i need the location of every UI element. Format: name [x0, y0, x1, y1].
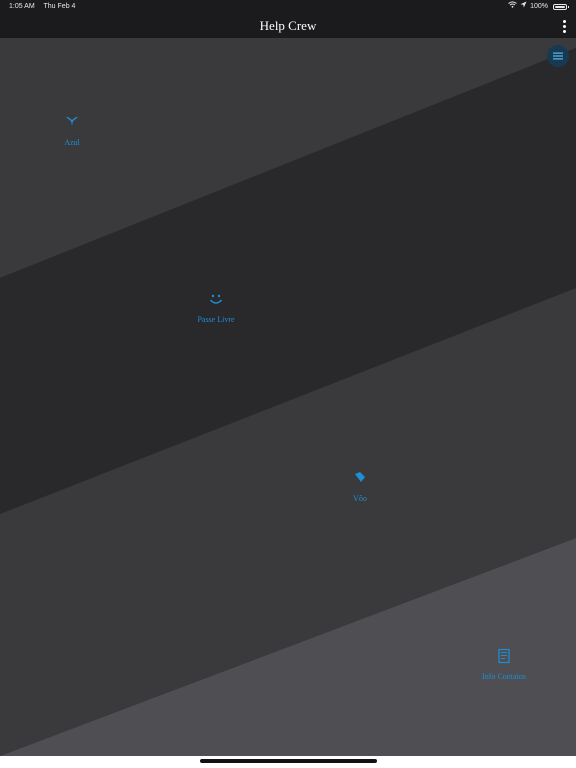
- more-options-button[interactable]: [558, 17, 570, 35]
- diamond-icon: [300, 470, 420, 486]
- main-content: Azul Passe Livre Vôo Info Contatos: [0, 38, 576, 756]
- tile-label: Vôo: [353, 494, 367, 503]
- status-time: 1:05 AM: [9, 3, 35, 10]
- more-dot-icon: [562, 19, 566, 23]
- hamburger-icon: [553, 52, 563, 60]
- battery-percent: 100%: [530, 3, 548, 10]
- document-icon: [444, 648, 564, 664]
- location-icon: [520, 0, 527, 14]
- status-bar: 1:05 AM Thu Feb 4 100%: [0, 0, 576, 14]
- home-indicator[interactable]: [200, 759, 377, 763]
- tile-label: Azul: [64, 138, 80, 147]
- tile-passe-livre[interactable]: Passe Livre: [156, 291, 276, 324]
- more-dot-icon: [562, 29, 566, 33]
- tile-label: Passe Livre: [197, 315, 235, 324]
- tile-label: Info Contatos: [482, 672, 526, 681]
- home-indicator-area: [0, 756, 576, 768]
- smile-icon: [156, 291, 276, 307]
- more-dot-icon: [562, 24, 566, 28]
- wifi-icon: [508, 0, 517, 14]
- bird-icon: [12, 114, 132, 130]
- tile-azul[interactable]: Azul: [12, 114, 132, 147]
- status-date: Thu Feb 4: [43, 3, 76, 10]
- battery-icon: [553, 4, 569, 10]
- tile-info-contatos[interactable]: Info Contatos: [444, 648, 564, 681]
- menu-button[interactable]: [547, 45, 569, 67]
- tile-voo[interactable]: Vôo: [300, 470, 420, 503]
- page-title: Help Crew: [259, 18, 317, 33]
- navigation-bar: Help Crew: [0, 14, 576, 38]
